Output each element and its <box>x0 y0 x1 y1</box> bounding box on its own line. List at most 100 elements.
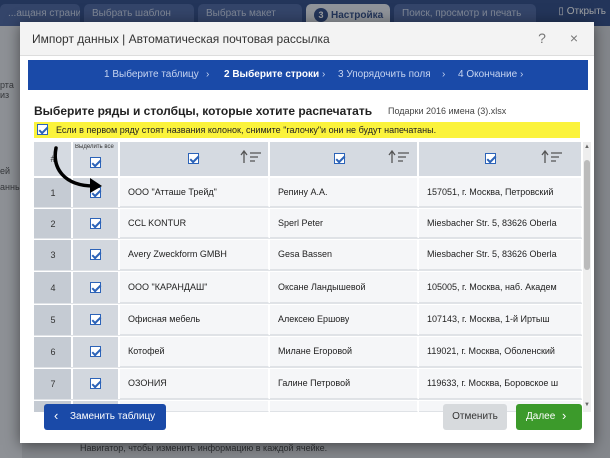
sort-icon[interactable] <box>541 150 563 164</box>
cell-address[interactable]: 107143, г. Москва, 1-й Иртыш <box>419 305 582 335</box>
row-number-label: 5 <box>50 315 56 325</box>
cell-company[interactable]: ООО "Атташе Трейд" <box>120 178 269 207</box>
row-number-label: 4 <box>50 283 56 293</box>
cancel-label: Отменить <box>452 411 498 422</box>
row-number: 4 <box>34 272 72 303</box>
dialog-header: Импорт данных | Автоматическая почтовая … <box>20 22 594 56</box>
sort-icon[interactable] <box>388 150 410 164</box>
cell-text: 107143, г. Москва, 1-й Иртыш <box>427 314 550 324</box>
cell-name[interactable]: Галине Петровой <box>270 369 418 399</box>
wizard-steps: 1 Выберите таблицу › 2 Выберите строки ›… <box>28 60 588 90</box>
cell-text: Avery Zweckform GMBH <box>128 249 227 259</box>
scroll-up-icon[interactable]: ▲ <box>583 144 591 150</box>
column-c-checkbox[interactable] <box>485 153 496 164</box>
cell-company[interactable]: Avery Zweckform GMBH <box>120 240 269 270</box>
row-checkbox[interactable] <box>90 314 101 325</box>
table-row: 4 ООО "КАРАНДАШ" Оксане Ландышевой 10500… <box>34 272 582 304</box>
table-header-row: # Выделить все <box>34 142 582 176</box>
cell-company[interactable]: Котофей <box>120 337 269 367</box>
notice-text: Если в первом ряду стоят названия колоно… <box>56 125 437 135</box>
table-scrollbar[interactable]: ▲ ▼ <box>583 142 591 412</box>
cell-text: 105005, г. Москва, наб. Академ <box>427 282 557 292</box>
cell-address[interactable]: Miesbacher Str. 5, 83626 Oberla <box>419 209 582 238</box>
row-checkbox[interactable] <box>90 378 101 389</box>
row-checkbox-cell <box>73 240 119 270</box>
cell-text: Галине Петровой <box>278 378 351 388</box>
row-number-label: 3 <box>50 250 56 260</box>
step-select-table[interactable]: 1 Выберите таблицу <box>104 69 199 80</box>
cell-company[interactable]: Офисная мебель <box>120 305 269 335</box>
row-checkbox[interactable] <box>90 282 101 293</box>
cell-company[interactable]: CCL KONTUR <box>120 209 269 238</box>
cell-name[interactable]: Sperl Peter <box>270 209 418 238</box>
sort-icon[interactable] <box>240 150 262 164</box>
next-button[interactable]: Далее › <box>516 404 582 430</box>
row-checkbox[interactable] <box>90 218 101 229</box>
cell-text: ООО "Атташе Трейд" <box>128 187 217 197</box>
row-checkbox-cell <box>73 272 119 303</box>
cell-address[interactable]: Miesbacher Str. 5, 83626 Oberla <box>419 240 582 270</box>
column-a-checkbox[interactable] <box>188 153 199 164</box>
cell-text: Офисная мебель <box>128 314 201 324</box>
table-row: 2 CCL KONTUR Sperl Peter Miesbacher Str.… <box>34 209 582 239</box>
table-row: 6 Котофей Милане Егоровой 119021, г. Мос… <box>34 337 582 368</box>
cell-name[interactable]: Милане Егоровой <box>270 337 418 367</box>
row-checkbox[interactable] <box>90 346 101 357</box>
cell-text: Miesbacher Str. 5, 83626 Oberla <box>427 249 557 259</box>
section-title: Выберите ряды и столбцы, которые хотите … <box>34 104 373 118</box>
row-checkbox-cell <box>73 305 119 335</box>
cell-text: 119021, г. Москва, Оболенский <box>427 346 555 356</box>
step-separator: › <box>442 69 446 80</box>
replace-table-label: Заменить таблицу <box>70 411 156 422</box>
data-table: # Выделить все 1 ООО "Атташе Трейд" Репи… <box>34 142 582 412</box>
step-separator: › <box>206 69 210 80</box>
cell-text: Репину А.А. <box>278 187 328 197</box>
cell-name[interactable]: Оксане Ландышевой <box>270 272 418 303</box>
cell-company[interactable]: ООО "КАРАНДАШ" <box>120 272 269 303</box>
cell-text: ООО "КАРАНДАШ" <box>128 282 208 292</box>
row-number-label: 6 <box>50 347 56 357</box>
cell-company[interactable]: ОЗОНИЯ <box>120 369 269 399</box>
step-finish[interactable]: 4 Окончание <box>458 69 517 80</box>
cell-address[interactable]: 119633, г. Москва, Боровское ш <box>419 369 582 399</box>
row-number: 6 <box>34 337 72 367</box>
cell-text: CCL KONTUR <box>128 218 187 228</box>
scroll-down-icon[interactable]: ▼ <box>583 402 591 408</box>
chevron-right-icon: › <box>562 408 567 423</box>
help-icon[interactable]: ? <box>534 30 550 46</box>
cell-text: Оксане Ландышевой <box>278 282 366 292</box>
cancel-button[interactable]: Отменить <box>443 404 507 430</box>
cell-text: Котофей <box>128 346 165 356</box>
cell-address[interactable]: 119021, г. Москва, Оболенский <box>419 337 582 367</box>
row-number: 2 <box>34 209 72 238</box>
column-b-checkbox[interactable] <box>334 153 345 164</box>
row-number-label: 7 <box>50 379 56 389</box>
row-number: 3 <box>34 240 72 270</box>
cell-text: Gesa Bassen <box>278 249 333 259</box>
cell-text: Милане Егоровой <box>278 346 353 356</box>
cell-address[interactable]: 105005, г. Москва, наб. Академ <box>419 272 582 303</box>
row-number: 5 <box>34 305 72 335</box>
cell-name[interactable]: Алексею Ершову <box>270 305 418 335</box>
import-data-dialog: Импорт данных | Автоматическая почтовая … <box>20 22 594 443</box>
row-checkbox[interactable] <box>90 249 101 260</box>
scroll-thumb[interactable] <box>584 160 590 270</box>
cell-name[interactable]: Репину А.А. <box>270 178 418 207</box>
close-icon[interactable]: × <box>566 30 582 46</box>
row-checkbox-cell <box>73 337 119 367</box>
cell-text: Sperl Peter <box>278 218 324 228</box>
file-name: Подарки 2016 имена (3).xlsx <box>388 106 507 116</box>
row-number: 7 <box>34 369 72 399</box>
dialog-title: Импорт данных | Автоматическая почтовая … <box>32 32 330 46</box>
column-header-b <box>270 142 418 176</box>
cell-address[interactable]: 157051, г. Москва, Петровский <box>419 178 582 207</box>
step-separator: › <box>322 69 326 80</box>
cell-name[interactable]: Gesa Bassen <box>270 240 418 270</box>
header-row-checkbox[interactable] <box>37 124 48 135</box>
step-separator: › <box>520 69 524 80</box>
table-row: 3 Avery Zweckform GMBH Gesa Bassen Miesb… <box>34 240 582 271</box>
step-select-rows[interactable]: 2 Выберите строки <box>224 69 319 80</box>
column-header-c <box>419 142 582 176</box>
step-arrange-fields[interactable]: 3 Упорядочить поля <box>338 69 431 80</box>
replace-table-button[interactable]: ‹ Заменить таблицу <box>44 404 166 430</box>
